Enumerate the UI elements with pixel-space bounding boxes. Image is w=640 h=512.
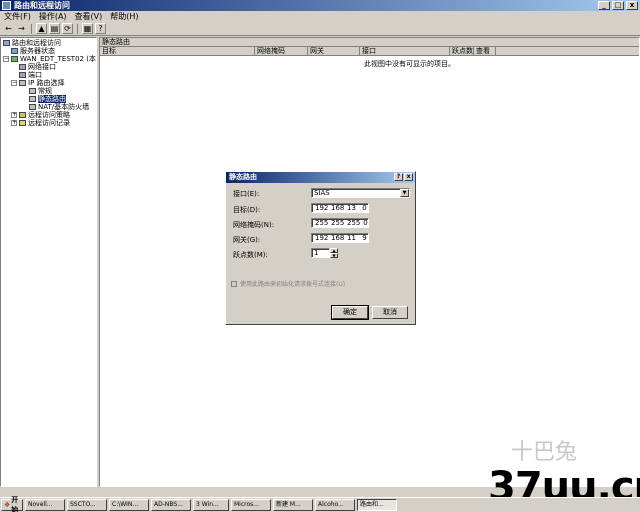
tree-item-nat[interactable]: NAT/基本防火墙 bbox=[29, 103, 89, 111]
menu-bar: 文件(F) 操作(A) 查看(V) 帮助(H) bbox=[0, 11, 640, 22]
mask-label: 网络掩码(N): bbox=[233, 221, 275, 229]
spin-down-icon[interactable]: ▼ bbox=[330, 253, 338, 258]
menu-file[interactable]: 文件(F) bbox=[4, 11, 31, 22]
up-icon[interactable]: ▲ bbox=[36, 23, 47, 34]
metric-input[interactable]: 1 bbox=[311, 248, 330, 258]
tree-item-remote-logging[interactable]: + 远程访问记录 bbox=[11, 119, 70, 127]
task-button[interactable]: AD-NBS... bbox=[151, 499, 191, 511]
task-button[interactable]: C:\WIN... bbox=[109, 499, 149, 511]
app-icon bbox=[2, 1, 11, 10]
details-title: 静态路由 bbox=[100, 38, 639, 47]
chevron-down-icon[interactable]: ▼ bbox=[400, 189, 409, 197]
forward-icon[interactable]: → bbox=[16, 23, 27, 34]
gateway-ip-field[interactable]: 192 168 11 9 bbox=[311, 233, 369, 243]
tree-item-ports[interactable]: 端口 bbox=[19, 71, 42, 79]
dialog-titlebar: 静态路由 ? x bbox=[226, 172, 415, 183]
column-interface[interactable]: 接口 bbox=[360, 47, 450, 55]
expand-icon[interactable]: + bbox=[11, 112, 17, 118]
interface-select[interactable]: SIAS ▼ bbox=[311, 188, 410, 198]
column-target[interactable]: 目标 bbox=[100, 47, 255, 55]
dialog-title: 静态路由 bbox=[229, 173, 257, 181]
routing-icon bbox=[19, 80, 26, 86]
column-headers: 目标 网络掩码 网关 接口 跃点数 查看 bbox=[100, 47, 639, 56]
port-icon bbox=[19, 72, 26, 78]
server-icon bbox=[11, 48, 18, 54]
help-icon[interactable]: ? bbox=[95, 23, 106, 34]
metric-label: 跃点数(M): bbox=[233, 251, 268, 259]
refresh-icon[interactable]: ⟳ bbox=[62, 23, 73, 34]
toolbar-separator bbox=[77, 23, 78, 34]
menu-action[interactable]: 操作(A) bbox=[39, 11, 67, 22]
routing-icon bbox=[29, 88, 36, 94]
task-button[interactable]: 3 Win... bbox=[193, 499, 229, 511]
firewall-icon bbox=[29, 104, 36, 110]
close-button[interactable]: x bbox=[626, 1, 638, 10]
gateway-label: 网关(G): bbox=[233, 236, 261, 244]
start-button[interactable]: ❖ 开始 bbox=[1, 496, 23, 512]
export-icon[interactable]: ▦ bbox=[82, 23, 93, 34]
window-titlebar: 路由和远程访问 _ □ x bbox=[0, 0, 640, 11]
mask-ip-field[interactable]: 255 255 255 0 bbox=[311, 218, 369, 228]
help-button[interactable]: ? bbox=[394, 173, 403, 181]
column-mask[interactable]: 网络掩码 bbox=[255, 47, 308, 55]
metric-stepper[interactable]: ▲ ▼ bbox=[330, 248, 338, 258]
routing-icon bbox=[29, 96, 36, 102]
tree-item-ip-routing[interactable]: − IP 路由选择 bbox=[11, 79, 65, 87]
tree-item-static-routes[interactable]: 静态路由 bbox=[29, 95, 66, 103]
folder-icon bbox=[19, 120, 26, 126]
console-tree: 路由和远程访问 服务器状态 − WAN_EDT_TEST02 (本地) 网络接口… bbox=[0, 37, 97, 487]
task-button-active[interactable]: 路由和... bbox=[357, 499, 397, 511]
cancel-button[interactable]: 取消 bbox=[372, 306, 408, 319]
toolbar-separator bbox=[31, 23, 32, 34]
demand-dial-checkbox[interactable]: 使用此路由来初始化请求拨号式连接(U) bbox=[231, 279, 345, 288]
dialog-close-button[interactable]: x bbox=[404, 173, 413, 181]
collapse-icon[interactable]: − bbox=[11, 80, 17, 86]
task-button[interactable]: Novell... bbox=[25, 499, 65, 511]
tree-item-general[interactable]: 常规 bbox=[29, 87, 52, 95]
console-icon bbox=[3, 40, 10, 46]
column-gateway[interactable]: 网关 bbox=[308, 47, 360, 55]
menu-view[interactable]: 查看(V) bbox=[75, 11, 103, 22]
tree-item-network-interfaces[interactable]: 网络接口 bbox=[19, 63, 56, 71]
task-button[interactable]: Micros... bbox=[231, 499, 271, 511]
server-icon bbox=[11, 56, 18, 62]
tree-item-server-status[interactable]: 服务器状态 bbox=[11, 47, 55, 55]
maximize-button[interactable]: □ bbox=[612, 1, 624, 10]
network-icon bbox=[19, 64, 26, 70]
taskbar: ❖ 开始 Novell... SSCTO... C:\WIN... AD-NBS… bbox=[0, 496, 640, 512]
back-icon[interactable]: ← bbox=[3, 23, 14, 34]
minimize-button[interactable]: _ bbox=[598, 1, 610, 10]
column-metric[interactable]: 跃点数 bbox=[450, 47, 474, 55]
window-title: 路由和远程访问 bbox=[14, 1, 70, 10]
collapse-icon[interactable]: − bbox=[3, 56, 9, 62]
menu-help[interactable]: 帮助(H) bbox=[110, 11, 138, 22]
column-view[interactable]: 查看 bbox=[474, 47, 496, 55]
target-label: 目标(D): bbox=[233, 206, 261, 214]
task-button[interactable]: 新建 M... bbox=[273, 499, 313, 511]
tree-root[interactable]: 路由和远程访问 bbox=[3, 39, 61, 47]
interface-label: 接口(E): bbox=[233, 190, 260, 198]
checkbox-box[interactable] bbox=[231, 280, 237, 287]
expand-icon[interactable]: + bbox=[11, 120, 17, 126]
tree-item-remote-policies[interactable]: + 远程访问策略 bbox=[11, 111, 70, 119]
empty-message: 此视图中没有可显示的项目。 bbox=[364, 60, 455, 68]
tree-item-server[interactable]: − WAN_EDT_TEST02 (本地) bbox=[3, 55, 96, 63]
policy-icon bbox=[19, 112, 26, 118]
static-route-dialog: 静态路由 ? x 接口(E): SIAS ▼ 目标(D): 192 168 13 0 … bbox=[225, 171, 416, 325]
properties-icon[interactable]: ▤ bbox=[49, 23, 60, 34]
toolbar: ← → ▲ ▤ ⟳ ▦ ? bbox=[0, 22, 640, 36]
target-ip-field[interactable]: 192 168 13 0 bbox=[311, 203, 369, 213]
task-button[interactable]: Alcoho... bbox=[315, 499, 355, 511]
task-button[interactable]: SSCTO... bbox=[67, 499, 107, 511]
windows-logo-icon: ❖ bbox=[4, 501, 11, 509]
ok-button[interactable]: 确定 bbox=[331, 305, 369, 320]
